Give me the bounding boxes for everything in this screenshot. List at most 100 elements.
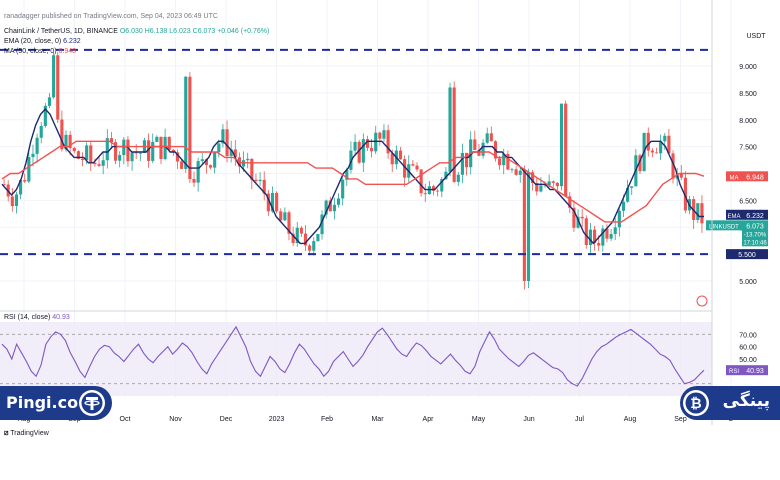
candle-body bbox=[588, 229, 593, 245]
candle-body bbox=[700, 203, 704, 224]
candle-body bbox=[31, 153, 35, 158]
candle-body bbox=[151, 141, 155, 161]
candle-body bbox=[559, 103, 564, 187]
tradingview-footer[interactable]: ⧄ TradingView bbox=[4, 430, 49, 438]
ema-badge[interactable]: EMA 6.232 bbox=[726, 209, 768, 220]
publisher-line: ranadagger published on TradingView.com,… bbox=[4, 13, 218, 20]
last-price-tag: LINKUSDT bbox=[709, 224, 739, 230]
price-tick-label: 8.000 bbox=[739, 118, 757, 125]
candle-body bbox=[398, 150, 403, 160]
ma-legend[interactable]: MA (50, close, 0) 6.948 bbox=[4, 48, 76, 55]
candle-body bbox=[361, 139, 365, 163]
candle-body bbox=[299, 227, 303, 234]
candle-body bbox=[246, 158, 250, 161]
candle-body bbox=[126, 139, 130, 162]
candle-body bbox=[47, 97, 52, 106]
price-chart[interactable]: 9.0008.5008.0007.5007.0006.5006.0005.500… bbox=[0, 0, 780, 480]
candle-body bbox=[448, 87, 452, 172]
candle-body bbox=[679, 173, 683, 178]
candle-body bbox=[208, 165, 213, 168]
candle-body bbox=[72, 148, 76, 152]
candle-body bbox=[365, 139, 370, 148]
candle-body bbox=[522, 170, 526, 281]
candle-body bbox=[382, 130, 386, 139]
time-tick-label: Dec bbox=[220, 416, 233, 423]
candle-body bbox=[97, 164, 101, 166]
candle-body bbox=[696, 203, 700, 220]
ohlc-high: H6.138 bbox=[144, 28, 168, 35]
brand-right-text: پینگی bbox=[722, 391, 770, 411]
candle-body bbox=[118, 155, 122, 161]
tradingview-logo-icon: ⧄ bbox=[4, 430, 9, 437]
candle-body bbox=[423, 193, 427, 195]
currency-label: USDT bbox=[746, 33, 766, 40]
candle-body bbox=[89, 145, 93, 163]
time-tick-label: Aug bbox=[624, 416, 637, 423]
candle-body bbox=[14, 194, 19, 206]
support-badge-value: 5.500 bbox=[738, 252, 756, 259]
candle-body bbox=[225, 129, 229, 156]
last-price-line: 6.073 bbox=[746, 223, 764, 230]
ema-legend-label: EMA (20, close, 0) bbox=[4, 38, 62, 45]
rsi-badge[interactable]: RSI 40.93 bbox=[726, 365, 768, 376]
price-tick-label: 9.000 bbox=[739, 64, 757, 71]
rsi-tick-label: 70.00 bbox=[739, 332, 757, 339]
candle-body bbox=[584, 218, 588, 245]
time-tick-label: Jun bbox=[523, 416, 534, 423]
candle-body bbox=[518, 170, 522, 175]
candle-body bbox=[138, 152, 142, 154]
ma-badge[interactable]: MA 6.948 bbox=[726, 171, 768, 182]
ohlc-low: L6.023 bbox=[169, 28, 191, 35]
bitcoin-icon: ₿ bbox=[683, 390, 709, 416]
time-tick-label: Apr bbox=[423, 416, 435, 423]
support-badge[interactable]: 5.500 bbox=[726, 249, 768, 260]
chart-background bbox=[0, 0, 780, 480]
rsi-legend[interactable]: RSI (14, close) 40.93 bbox=[4, 314, 70, 321]
time-tick-label: Mar bbox=[371, 416, 384, 423]
candle-body bbox=[283, 212, 287, 221]
ema-legend-value: 6.232 bbox=[63, 38, 81, 45]
candle-body bbox=[646, 132, 650, 151]
rsi-legend-label: RSI (14, close) bbox=[4, 314, 51, 321]
candle-body bbox=[510, 169, 514, 171]
last-price-line: -13.70% bbox=[744, 232, 767, 238]
candle-body bbox=[415, 165, 419, 170]
candle-body bbox=[188, 76, 192, 180]
candle-body bbox=[498, 158, 502, 166]
candle-body bbox=[654, 152, 659, 154]
time-tick-label: Jul bbox=[575, 416, 584, 423]
candle-body bbox=[555, 182, 559, 187]
candle-body bbox=[539, 185, 543, 192]
ema-badge-tag: EMA bbox=[727, 214, 740, 220]
candle-body bbox=[613, 227, 617, 235]
price-tick-label: 8.500 bbox=[739, 91, 757, 98]
brand-banner-right[interactable]: ₿ پینگی bbox=[680, 386, 780, 420]
candle-body bbox=[258, 179, 262, 182]
tether-icon bbox=[79, 390, 105, 416]
tradingview-footer-text: TradingView bbox=[10, 430, 49, 437]
symbol-name[interactable]: ChainLink / TetherUS, 1D, BINANCE bbox=[4, 28, 118, 35]
candle-body bbox=[481, 142, 485, 156]
candle-body bbox=[621, 201, 626, 211]
ema-legend[interactable]: EMA (20, close, 0) 6.232 bbox=[4, 38, 81, 45]
candle-body bbox=[336, 198, 341, 205]
candle-body bbox=[489, 133, 493, 142]
time-tick-label: Feb bbox=[321, 416, 333, 423]
candle-body bbox=[39, 125, 43, 138]
candle-body bbox=[80, 158, 85, 160]
ma-badge-value: 6.948 bbox=[746, 174, 764, 181]
ohlc-close: C6.073 bbox=[192, 28, 216, 35]
candle-body bbox=[663, 135, 667, 142]
candle-body bbox=[456, 174, 460, 182]
brand-banner-left[interactable]: Pingi.co bbox=[0, 386, 112, 420]
candle-body bbox=[617, 210, 621, 228]
svg-text:₿: ₿ bbox=[690, 396, 701, 412]
candle-body bbox=[308, 245, 312, 251]
candle-body bbox=[101, 160, 105, 166]
candle-body bbox=[526, 172, 531, 281]
candle-body bbox=[192, 179, 196, 183]
time-tick-label: Oct bbox=[120, 416, 131, 423]
candle-body bbox=[650, 150, 654, 153]
ma-badge-tag: MA bbox=[730, 175, 739, 181]
candle-body bbox=[332, 204, 336, 212]
